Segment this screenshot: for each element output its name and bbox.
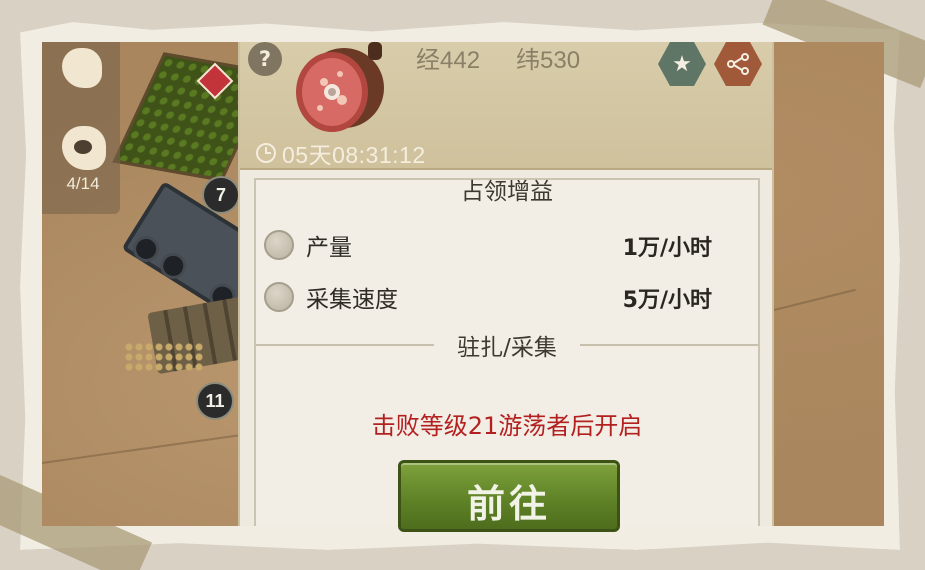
radio-gather-speed[interactable] [264,282,294,312]
side-quick-panel: 4/14 [42,42,120,214]
gather-speed-label: 采集速度 [306,287,398,313]
slot-count: 4/14 [66,174,100,193]
share-icon[interactable] [714,42,762,86]
level-badge[interactable]: 11 [196,382,234,420]
wheel [155,247,192,284]
wheel [128,231,165,267]
countdown-timer: 05天08:31:12 [256,136,426,170]
unlock-requirement: 击败等级21游荡者后开启 [371,412,643,440]
timer-text: 05天08:31:12 [282,142,426,168]
occupation-content: 占领增益 产量 1万/小时 采集速度 5万/小时 驻扎/采集 击败等级21游荡者… [254,178,760,532]
ground-debris [124,342,204,372]
occupation-row-output[interactable]: 产量 [264,228,352,262]
coord-latitude: 纬530 [516,47,581,74]
help-button[interactable]: ? [248,42,282,76]
gather-hand-icon[interactable] [62,126,106,170]
garrison-title: 驻扎/采集 [457,335,557,361]
radio-output[interactable] [264,230,294,260]
go-button[interactable]: 前往 [398,460,620,532]
output-label: 产量 [306,235,352,261]
meat-icon [296,42,384,132]
star-icon[interactable]: ★ [658,42,706,86]
output-value: 1万/小时 [622,236,712,261]
gather-speed-value: 5万/小时 [622,288,712,313]
coord-longitude: 经442 [416,47,481,74]
resource-info-panel: ? 经442 纬530 ★ 05天08:31:12 占领增益 产量 1万/小时 … [238,42,774,532]
clock-icon [256,143,276,163]
panel-header: ? 经442 纬530 ★ 05天08:31:12 [240,42,772,170]
hand-icon[interactable] [62,48,102,88]
occupation-row-gather-speed[interactable]: 采集速度 [264,280,398,314]
occupation-title: 占领增益 [461,179,553,205]
